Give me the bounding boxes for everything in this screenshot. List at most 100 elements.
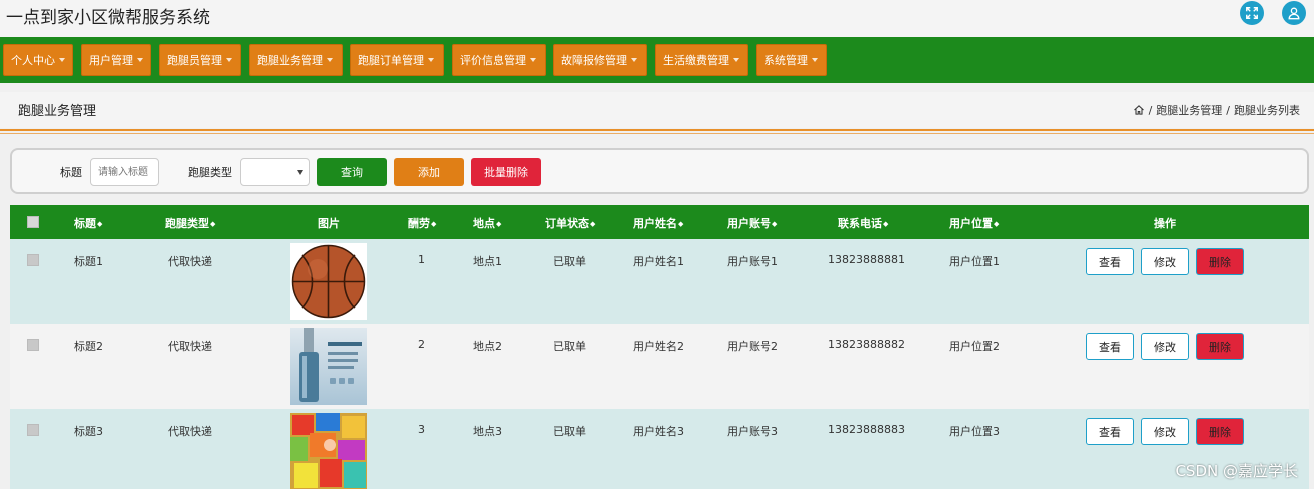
cell-type: 代取快递 bbox=[168, 425, 212, 438]
delete-button[interactable]: 删除 bbox=[1196, 418, 1244, 445]
row-checkbox[interactable] bbox=[27, 424, 39, 436]
cell-user-location: 用户位置3 bbox=[949, 425, 1000, 438]
header-type[interactable]: 跑腿类型◆ bbox=[165, 215, 215, 231]
cell-title: 标题2 bbox=[74, 340, 103, 353]
home-icon[interactable] bbox=[1133, 104, 1145, 116]
header-image: 图片 bbox=[318, 217, 340, 230]
nav-errand-order-management[interactable]: 跑腿订单管理 bbox=[350, 44, 444, 76]
caret-down-icon bbox=[59, 58, 65, 62]
sort-icon: ◆ bbox=[883, 220, 889, 228]
cell-title: 标题1 bbox=[74, 255, 103, 268]
sort-icon: ◆ bbox=[431, 220, 437, 228]
breadcrumb: / 跑腿业务管理 / 跑腿业务列表 bbox=[1133, 102, 1300, 118]
header-status[interactable]: 订单状态◆ bbox=[545, 215, 595, 231]
breadcrumb-level1[interactable]: 跑腿业务管理 bbox=[1156, 102, 1222, 118]
row-checkbox[interactable] bbox=[27, 254, 39, 266]
view-button[interactable]: 查看 bbox=[1086, 418, 1134, 445]
divider bbox=[0, 129, 1314, 131]
cell-phone: 13823888883 bbox=[828, 423, 905, 436]
caret-down-icon bbox=[733, 58, 739, 62]
product-image-cosmetic-bottle bbox=[290, 328, 367, 405]
user-avatar-icon[interactable] bbox=[1282, 1, 1306, 25]
fullscreen-icon[interactable] bbox=[1240, 1, 1264, 25]
app-title: 一点到家小区微帮服务系统 bbox=[6, 8, 210, 28]
breadcrumb-separator: / bbox=[1226, 103, 1230, 117]
caret-down-icon bbox=[631, 58, 637, 62]
table-header: 标题◆ 跑腿类型◆ 图片 酬劳◆ 地点◆ 订单状态◆ 用户姓名◆ 用户账号◆ 联… bbox=[10, 205, 1309, 239]
caret-down-icon bbox=[812, 58, 818, 62]
errand-table: 标题◆ 跑腿类型◆ 图片 酬劳◆ 地点◆ 订单状态◆ 用户姓名◆ 用户账号◆ 联… bbox=[10, 205, 1309, 489]
table-row: 标题3 代取快递 3 地点3 已取单 用户姓名3 用户账号3 138238888… bbox=[10, 409, 1309, 489]
main-nav: 个人中心 用户管理 跑腿员管理 跑腿业务管理 跑腿订单管理 评价信息管理 故障报… bbox=[0, 37, 1314, 83]
sort-icon: ◆ bbox=[590, 220, 596, 228]
sort-icon: ◆ bbox=[772, 220, 778, 228]
nav-system-management[interactable]: 系统管理 bbox=[756, 44, 827, 76]
header-location[interactable]: 地点◆ bbox=[473, 215, 501, 231]
top-bar: 一点到家小区微帮服务系统 bbox=[0, 0, 1314, 37]
sort-icon: ◆ bbox=[97, 220, 103, 228]
cell-status: 已取单 bbox=[553, 425, 586, 438]
caret-down-icon bbox=[428, 58, 434, 62]
caret-down-icon bbox=[226, 58, 232, 62]
title-search-input[interactable] bbox=[90, 158, 159, 186]
batch-delete-button[interactable]: 批量删除 bbox=[471, 158, 541, 186]
nav-errand-business-management[interactable]: 跑腿业务管理 bbox=[249, 44, 343, 76]
select-all-checkbox[interactable] bbox=[27, 216, 39, 228]
cell-user-location: 用户位置2 bbox=[949, 340, 1000, 353]
delete-button[interactable]: 删除 bbox=[1196, 248, 1244, 275]
caret-down-icon bbox=[327, 58, 333, 62]
header-title[interactable]: 标题◆ bbox=[74, 215, 102, 231]
header-fee[interactable]: 酬劳◆ bbox=[408, 215, 436, 231]
caret-down-icon bbox=[530, 58, 536, 62]
cell-status: 已取单 bbox=[553, 255, 586, 268]
add-button[interactable]: 添加 bbox=[394, 158, 464, 186]
cell-status: 已取单 bbox=[553, 340, 586, 353]
cell-phone: 13823888882 bbox=[828, 338, 905, 351]
view-button[interactable]: 查看 bbox=[1086, 333, 1134, 360]
header-user-location[interactable]: 用户位置◆ bbox=[949, 215, 999, 231]
type-label: 跑腿类型 bbox=[188, 166, 232, 179]
edit-button[interactable]: 修改 bbox=[1141, 418, 1189, 445]
table-row: 标题1 代取快递 1 地点1 已取单 用户姓名1 用户账号1 138238888… bbox=[10, 239, 1309, 324]
edit-button[interactable]: 修改 bbox=[1141, 333, 1189, 360]
page-title: 跑腿业务管理 bbox=[18, 104, 97, 119]
header-phone[interactable]: 联系电话◆ bbox=[838, 215, 888, 231]
cell-type: 代取快递 bbox=[168, 340, 212, 353]
nav-review-management[interactable]: 评价信息管理 bbox=[452, 44, 546, 76]
nav-repair-management[interactable]: 故障报修管理 bbox=[553, 44, 647, 76]
search-panel: 标题 跑腿类型 查询 添加 批量删除 bbox=[10, 148, 1309, 194]
header-user-account[interactable]: 用户账号◆ bbox=[727, 215, 777, 231]
product-image-snacks bbox=[290, 413, 367, 489]
header-user-name[interactable]: 用户姓名◆ bbox=[633, 215, 683, 231]
cell-fee: 1 bbox=[418, 253, 425, 266]
cell-user-account: 用户账号3 bbox=[727, 425, 778, 438]
breadcrumb-level2: 跑腿业务列表 bbox=[1234, 104, 1300, 117]
edit-button[interactable]: 修改 bbox=[1141, 248, 1189, 275]
nav-user-management[interactable]: 用户管理 bbox=[81, 44, 151, 76]
row-checkbox[interactable] bbox=[27, 339, 39, 351]
table-row: 标题2 代取快递 2 地点2 已取单 用户姓名2 用户账号2 138238888… bbox=[10, 324, 1309, 409]
title-label: 标题 bbox=[60, 166, 82, 179]
nav-label: 故障报修管理 bbox=[561, 54, 627, 67]
nav-label: 用户管理 bbox=[89, 54, 133, 67]
nav-personal-center[interactable]: 个人中心 bbox=[3, 44, 73, 76]
cell-title: 标题3 bbox=[74, 425, 103, 438]
type-select[interactable] bbox=[240, 158, 310, 186]
cell-location: 地点3 bbox=[473, 425, 502, 438]
cell-user-location: 用户位置1 bbox=[949, 255, 1000, 268]
nav-utility-payment-management[interactable]: 生活缴费管理 bbox=[655, 44, 748, 76]
header-actions: 操作 bbox=[1154, 217, 1176, 230]
cell-user-account: 用户账号1 bbox=[727, 255, 778, 268]
sort-icon: ◆ bbox=[994, 220, 1000, 228]
view-button[interactable]: 查看 bbox=[1086, 248, 1134, 275]
sort-icon: ◆ bbox=[496, 220, 502, 228]
cell-location: 地点1 bbox=[473, 255, 502, 268]
nav-label: 跑腿员管理 bbox=[167, 54, 222, 67]
search-button[interactable]: 查询 bbox=[317, 158, 387, 186]
cell-fee: 3 bbox=[418, 423, 425, 436]
chevron-down-icon bbox=[297, 170, 303, 175]
nav-runner-management[interactable]: 跑腿员管理 bbox=[159, 44, 241, 76]
cell-user-name: 用户姓名3 bbox=[633, 425, 684, 438]
cell-user-account: 用户账号2 bbox=[727, 340, 778, 353]
delete-button[interactable]: 删除 bbox=[1196, 333, 1244, 360]
